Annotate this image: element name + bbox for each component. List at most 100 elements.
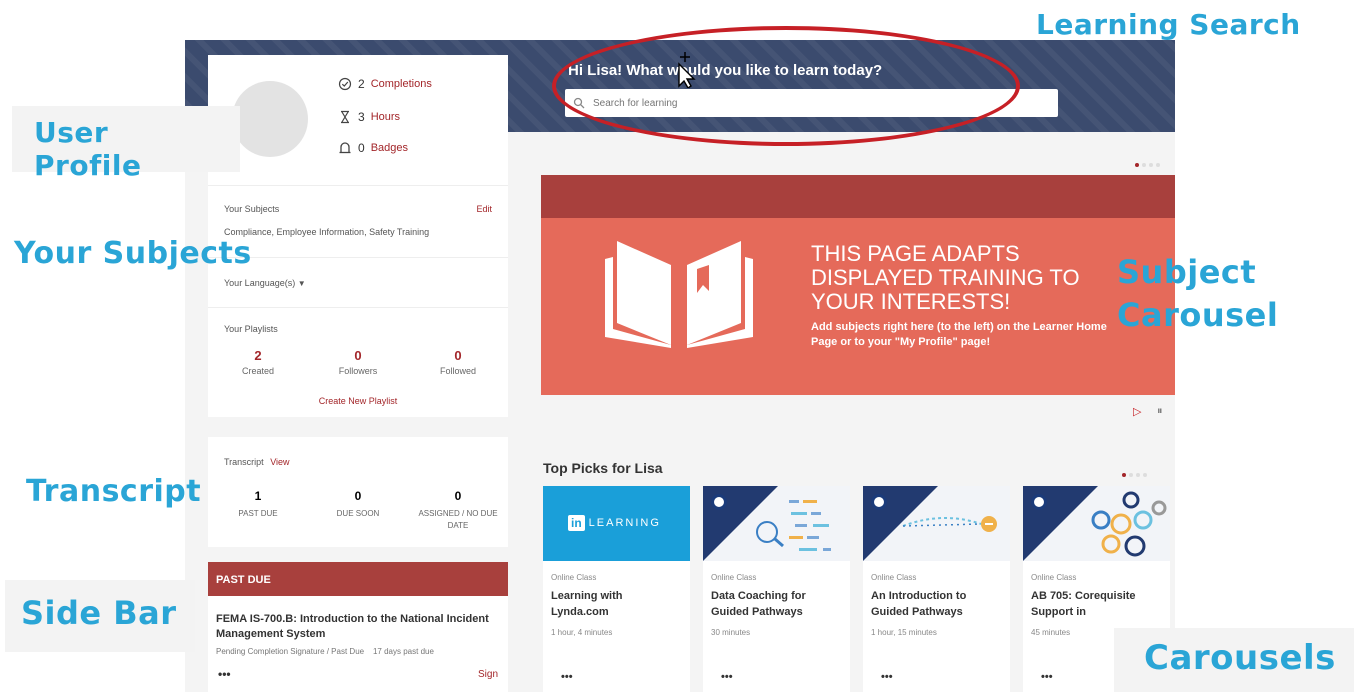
transcript-heading-row: Transcript View: [224, 457, 290, 467]
subjects-list: Compliance, Employee Information, Safety…: [224, 227, 430, 237]
past-due-course-title[interactable]: FEMA IS-700.B: Introduction to the Natio…: [216, 612, 496, 643]
more-options-icon[interactable]: •••: [1041, 671, 1053, 683]
transcript-view-link[interactable]: View: [270, 457, 289, 467]
language-section: Your Language(s) ▼: [208, 257, 508, 307]
due-soon-stat[interactable]: 0 DUE SOON: [308, 489, 408, 532]
due-soon-label: DUE SOON: [336, 509, 380, 518]
course-title[interactable]: Data Coaching for Guided Pathways: [711, 589, 843, 621]
badges-label[interactable]: Badges: [371, 142, 408, 154]
past-due-card: PAST DUE FEMA IS-700.B: Introduction to …: [208, 562, 508, 692]
carousel-dot[interactable]: [1122, 473, 1126, 477]
linkedin-learning-thumbnail: in LEARNING: [543, 486, 690, 561]
hero-header-bar: [541, 175, 1175, 218]
playlists-followed[interactable]: 0 Followed: [408, 348, 508, 376]
carousel-dot[interactable]: [1156, 163, 1160, 167]
carousels-callout: Carousels: [1114, 628, 1354, 692]
avatar[interactable]: [232, 81, 308, 157]
transcript-callout: Transcript: [26, 474, 202, 509]
hero-body: Add subjects right here (to the left) on…: [811, 321, 1107, 349]
more-options-icon[interactable]: •••: [721, 671, 733, 683]
subject-carousel-dots: [1135, 163, 1160, 167]
course-duration: 30 minutes: [711, 628, 751, 637]
carousel-dot[interactable]: [1149, 163, 1153, 167]
linkedin-learning-wordmark: LEARNING: [588, 517, 661, 529]
linkedin-icon: in: [568, 515, 585, 531]
hero-headline-line1: THIS PAGE ADAPTS: [811, 241, 1020, 266]
subject-carousel-callout-line1: Subject: [1117, 253, 1257, 291]
sign-link[interactable]: Sign: [478, 669, 498, 680]
carousel-dot[interactable]: [1136, 473, 1140, 477]
language-label: Your Language(s): [224, 278, 296, 288]
followed-count: 0: [454, 348, 462, 363]
user-profile-callout: User Profile: [12, 106, 240, 182]
more-options-icon[interactable]: •••: [881, 671, 893, 683]
search-greeting: Hi Lisa! What would you like to learn to…: [568, 62, 883, 79]
playlists-followers[interactable]: 0 Followers: [308, 348, 408, 376]
completions-stat[interactable]: 2 Completions: [338, 77, 432, 91]
course-thumbnail: [703, 486, 850, 561]
course-title[interactable]: Learning with Lynda.com: [551, 589, 683, 621]
due-soon-count: 0: [354, 489, 362, 503]
assigned-label-line1: ASSIGNED / NO DUE: [418, 509, 498, 518]
more-options-icon[interactable]: •••: [561, 671, 573, 683]
search-input-box[interactable]: [565, 89, 1058, 117]
past-due-header: PAST DUE: [208, 562, 508, 596]
assigned-label-line2: DATE: [447, 521, 469, 530]
course-duration: 45 minutes: [1031, 628, 1071, 637]
past-due-count: 1: [254, 489, 262, 503]
past-due-days: 17 days past due: [372, 647, 434, 656]
course-duration: 1 hour, 15 minutes: [871, 628, 937, 637]
course-tile[interactable]: in LEARNING Online Class Learning with L…: [543, 486, 690, 692]
play-icon[interactable]: ▷: [1133, 405, 1141, 418]
playlist-stats: 2 Created 0 Followers 0 Followed: [208, 348, 508, 376]
assigned-count: 0: [454, 489, 462, 503]
course-tile[interactable]: Online Class An Introduction to Guided P…: [863, 486, 1010, 692]
badges-count: 0: [358, 141, 365, 155]
course-thumbnail: [1023, 486, 1170, 561]
edit-subjects-link[interactable]: Edit: [476, 204, 492, 214]
hero-headline-line2: DISPLAYED TRAINING TO: [811, 265, 1080, 291]
past-due-stat[interactable]: 1 PAST DUE: [208, 489, 308, 532]
subject-carousel-callout: Subject Carousel: [1117, 251, 1278, 337]
gears-graphic: [1091, 491, 1167, 557]
course-type: Online Class: [1031, 573, 1077, 582]
course-type: Online Class: [551, 573, 597, 582]
transcript-heading: Transcript: [224, 457, 264, 467]
hero-headline: THIS PAGE ADAPTS DISPLAYED TRAINING TO Y…: [811, 241, 1111, 315]
search-input[interactable]: [593, 97, 1033, 109]
top-picks-carousel-dots: [1122, 473, 1147, 477]
check-circle-icon: [338, 77, 352, 91]
hours-stat[interactable]: 3 Hours: [338, 110, 400, 124]
carousel-dot[interactable]: [1143, 473, 1147, 477]
past-due-status: Pending Completion Signature / Past Due: [216, 647, 365, 656]
created-label: Created: [241, 366, 275, 376]
subject-carousel-slide[interactable]: THIS PAGE ADAPTS DISPLAYED TRAINING TO Y…: [541, 175, 1175, 395]
cursor-icon: [678, 52, 696, 88]
playlists-created[interactable]: 2 Created: [208, 348, 308, 376]
course-tile[interactable]: Online Class Data Coaching for Guided Pa…: [703, 486, 850, 692]
linkedin-learning-logo: in LEARNING: [568, 515, 661, 531]
pause-icon[interactable]: ⏸: [1157, 405, 1163, 418]
carousel-dot[interactable]: [1142, 163, 1146, 167]
language-dropdown[interactable]: Your Language(s) ▼: [224, 278, 306, 288]
badges-stat[interactable]: 0 Badges: [338, 141, 408, 155]
carousel-dot[interactable]: [1135, 163, 1139, 167]
past-due-status-row: Pending Completion Signature / Past Due …: [216, 647, 434, 656]
course-title[interactable]: An Introduction to Guided Pathways: [871, 589, 1003, 621]
playlists-section: Your Playlists 2 Created 0 Followers 0 F…: [208, 307, 508, 417]
caret-down-icon: ▼: [297, 279, 306, 288]
completions-label[interactable]: Completions: [371, 78, 432, 90]
followed-label: Followed: [439, 366, 477, 376]
hourglass-icon: [341, 110, 349, 124]
create-playlist-link[interactable]: Create New Playlist: [208, 396, 508, 406]
hours-label[interactable]: Hours: [371, 111, 400, 123]
learner-home-page: Hi Lisa! What would you like to learn to…: [185, 40, 1175, 692]
course-title[interactable]: AB 705: Corequisite Support in: [1031, 589, 1163, 621]
open-book-icon: [605, 241, 753, 348]
course-type: Online Class: [871, 573, 917, 582]
more-options-icon[interactable]: •••: [218, 667, 231, 681]
assigned-stat[interactable]: 0 ASSIGNED / NO DUE DATE: [408, 489, 508, 532]
carousel-dot[interactable]: [1129, 473, 1133, 477]
user-profile-card: 2 Completions 3 Hours 0 Badges: [208, 55, 508, 185]
search-icon: [573, 97, 585, 109]
